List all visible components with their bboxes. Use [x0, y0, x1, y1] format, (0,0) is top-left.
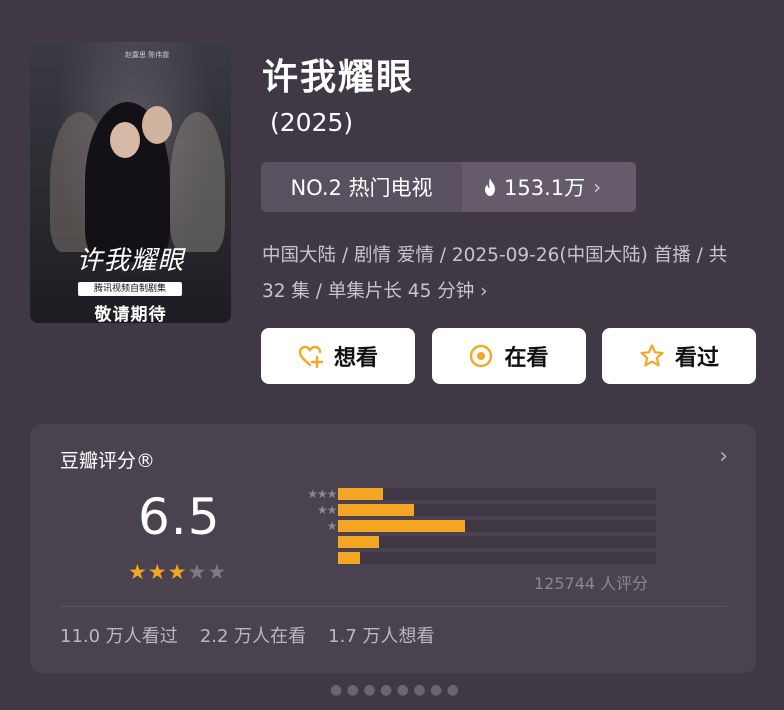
distribution-bar-fill — [338, 520, 466, 532]
rating-score: 6.5 — [138, 488, 221, 546]
heart-plus-icon — [298, 345, 324, 369]
chevron-right-icon[interactable]: › — [719, 444, 728, 469]
distribution-bar-fill — [338, 504, 415, 516]
distribution-bar-track — [338, 488, 656, 500]
star-filled-icon: ★ — [167, 560, 188, 584]
show-meta[interactable]: 中国大陆 / 剧情 爱情 / 2025-09-26(中国大陆) 首播 / 共 3… — [262, 238, 752, 310]
watched-button[interactable]: 看过 — [602, 328, 756, 384]
show-meta-text: 中国大陆 / 剧情 爱情 / 2025-09-26(中国大陆) 首播 / 共 3… — [262, 245, 728, 302]
poster-face — [110, 122, 140, 158]
poster-tagline: 敬请期待 — [94, 305, 167, 323]
watermark: ● ● ● ● ● ● ● ● — [330, 682, 459, 698]
chevron-right-icon: › — [480, 281, 488, 302]
watched-count: 11.0 万人看过 — [60, 626, 178, 647]
heat-section[interactable]: 153.1万 › — [462, 162, 636, 212]
poster-face — [142, 106, 172, 144]
target-icon — [470, 344, 493, 368]
want-count: 1.7 万人想看 — [328, 626, 435, 647]
star-outline-icon — [640, 344, 664, 367]
heat-value: 153.1万 — [504, 176, 586, 200]
divider — [60, 606, 726, 607]
page-title: 许我耀眼 — [262, 57, 415, 98]
distribution-bar-track — [338, 520, 656, 532]
star-empty-icon: ★ — [187, 560, 208, 584]
poster-credits: 赵露思 陈伟霆 — [125, 51, 170, 59]
watching-label: 在看 — [504, 346, 549, 371]
distribution-bar-fill — [338, 488, 383, 500]
want-to-watch-button[interactable]: 想看 — [261, 328, 415, 384]
rank-label: NO.2 热门电视 — [290, 176, 433, 200]
release-year: (2025) — [270, 108, 354, 137]
rating-card[interactable]: 豆瓣评分® › 6.5 ★★★★★ ★★★★★★★★★★★★★★★ 125744… — [30, 424, 756, 673]
distribution-bar-track — [338, 536, 656, 548]
want-to-watch-label: 想看 — [333, 346, 378, 371]
chevron-right-icon: › — [593, 175, 602, 199]
rating-title: 豆瓣评分® — [60, 450, 156, 472]
poster-figure — [170, 112, 225, 252]
poster-subtitle: 腾讯视频自制剧集 — [78, 282, 182, 296]
poster-image[interactable]: 赵露思 陈伟霆 许我耀眼 腾讯视频自制剧集 敬请期待 — [30, 42, 231, 323]
watched-label: 看过 — [674, 346, 719, 371]
distribution-bar-track — [338, 504, 656, 516]
action-buttons: 想看 在看 看过 — [261, 328, 756, 384]
star-filled-icon: ★ — [128, 560, 148, 584]
poster-title: 许我耀眼 — [76, 246, 185, 276]
watching-button[interactable]: 在看 — [431, 328, 586, 384]
star-filled-icon: ★ — [147, 560, 168, 584]
rating-stars: ★★★★★ — [128, 560, 227, 584]
flame-icon — [485, 178, 495, 196]
watching-count: 2.2 万人在看 — [199, 626, 307, 647]
rank-bar[interactable]: NO.2 热门电视 153.1万 › — [261, 162, 636, 212]
distribution-bar-fill — [338, 536, 380, 548]
distribution-bar-fill — [338, 552, 361, 564]
star-empty-icon: ★ — [207, 560, 228, 584]
rating-count: 125744 人评分 — [534, 574, 649, 593]
distribution-bar-track — [338, 552, 656, 564]
audience-stats: 11.0 万人看过 2.2 万人在看 1.7 万人想看 — [60, 622, 435, 648]
